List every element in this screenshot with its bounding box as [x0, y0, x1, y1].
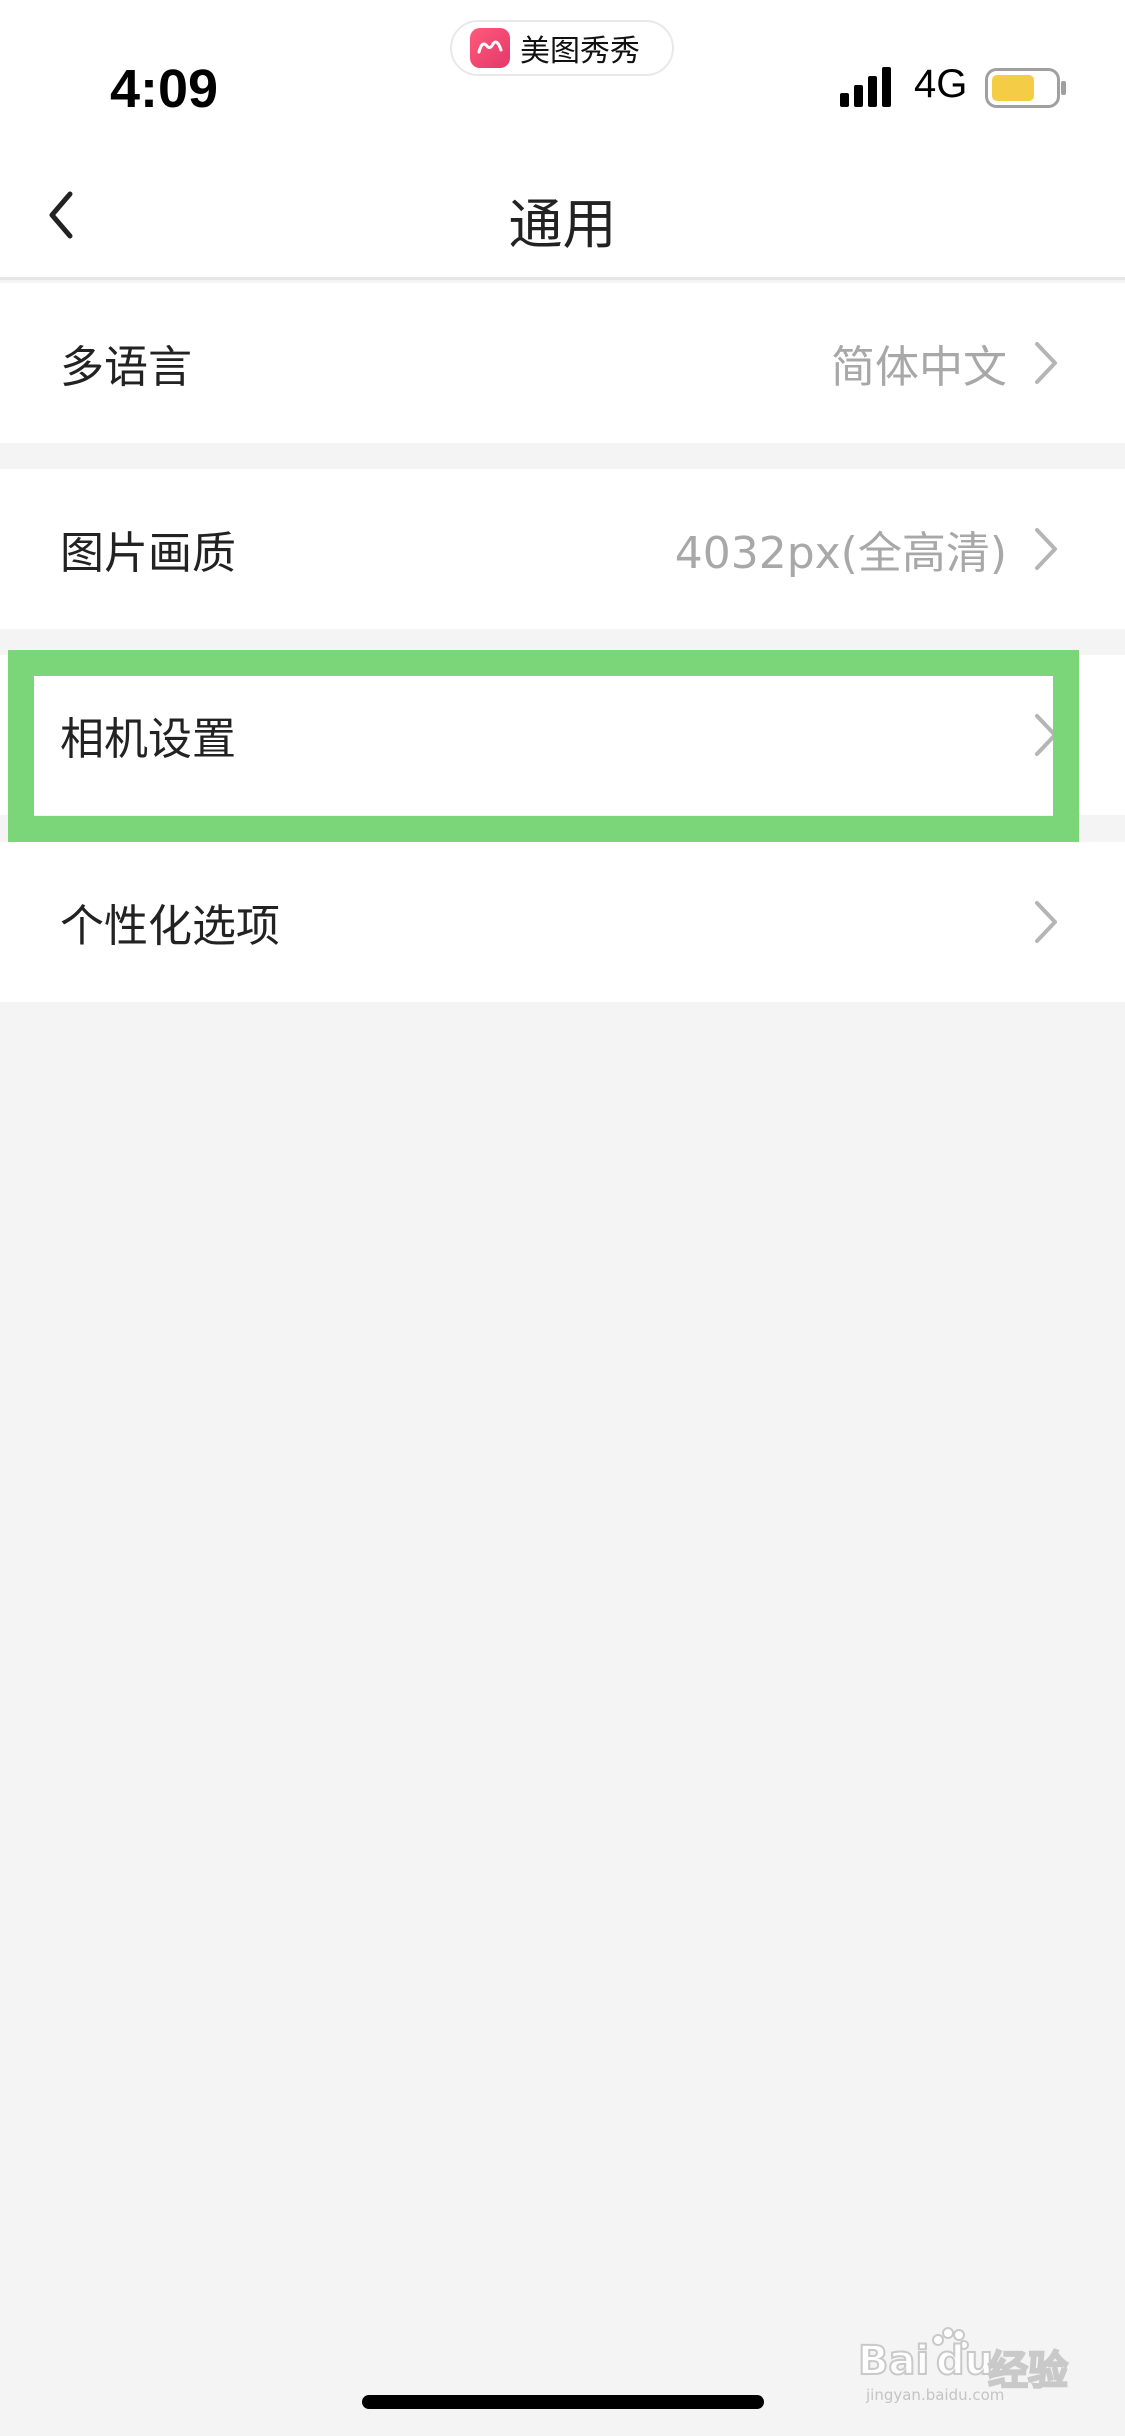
settings-row-language[interactable]: 多语言 简体中文	[0, 283, 1125, 443]
chevron-right-icon	[1035, 714, 1057, 756]
chevron-right-icon	[1035, 528, 1057, 570]
watermark-brand: Bai	[857, 2337, 930, 2385]
navigation-bar: 通用	[0, 150, 1125, 280]
watermark-mid: du	[935, 2337, 994, 2385]
baidu-jingyan-watermark: Bai du 经验 jingyan.baidu.com	[857, 2327, 1069, 2404]
app-indicator-pill[interactable]: 美图秀秀	[450, 20, 674, 76]
row-label: 个性化选项	[60, 901, 280, 952]
row-label: 相机设置	[60, 714, 236, 765]
page-title: 通用	[508, 193, 617, 256]
home-indicator[interactable]	[362, 2395, 764, 2409]
settings-row-image-quality[interactable]: 图片画质 4032px(全高清)	[0, 469, 1125, 629]
settings-row-personalization[interactable]: 个性化选项	[0, 842, 1125, 1002]
cellular-signal-icon	[840, 67, 891, 107]
row-value: 4032px(全高清)	[674, 528, 1007, 579]
row-value: 简体中文	[831, 342, 1007, 393]
app-logo-icon	[470, 28, 510, 68]
settings-row-camera[interactable]: 相机设置	[0, 655, 1125, 815]
watermark-url: jingyan.baidu.com	[866, 2386, 1005, 2404]
battery-icon	[985, 68, 1066, 108]
app-name: 美图秀秀	[520, 34, 640, 69]
row-label: 多语言	[60, 342, 192, 393]
network-type: 4G	[914, 62, 968, 106]
chevron-right-icon	[1035, 342, 1057, 384]
status-bar: 4:09 美图秀秀 4G	[0, 0, 1125, 150]
row-label: 图片画质	[60, 528, 236, 579]
chevron-right-icon	[1035, 901, 1057, 943]
status-time: 4:09	[110, 59, 219, 119]
